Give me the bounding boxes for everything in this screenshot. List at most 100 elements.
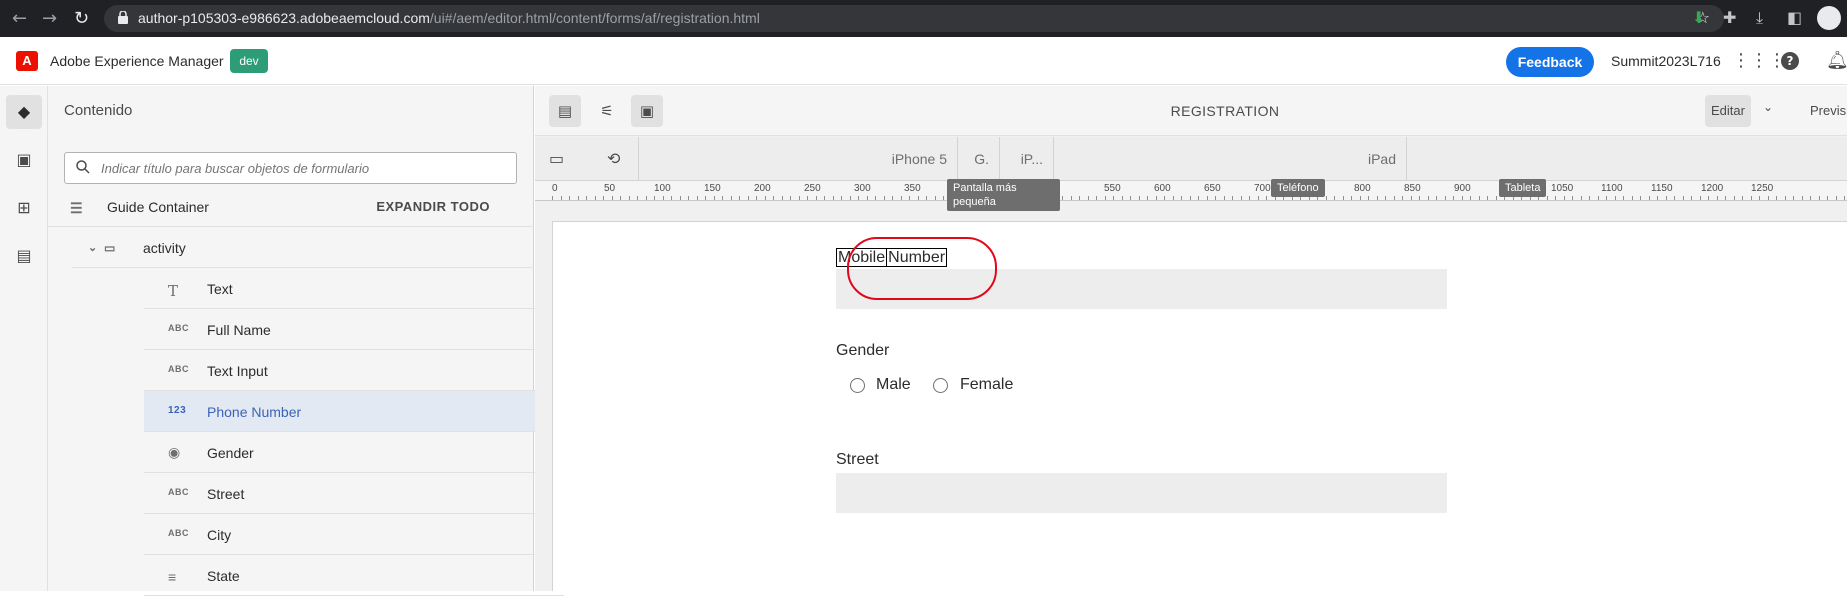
- edit-mode-button[interactable]: Editar: [1705, 95, 1751, 127]
- url-text: author-p105303-e986623.adobeaemcloud.com…: [138, 10, 760, 26]
- ruler-minor-tick: [1546, 196, 1548, 200]
- annotation-highlight: [847, 237, 997, 300]
- ruler-minor-tick: [577, 196, 579, 200]
- ruler-minor-tick: [1113, 196, 1114, 200]
- ruler-minor-tick: [934, 196, 936, 200]
- search-input[interactable]: [101, 158, 501, 178]
- tree-panel-activity[interactable]: ⌄ ▭ activity: [72, 227, 534, 268]
- ruler-minor-tick: [1631, 196, 1633, 200]
- preview-button[interactable]: Previsualizar: [1810, 103, 1847, 118]
- ruler-minor-tick: [1130, 196, 1131, 200]
- side-panel-icon[interactable]: ◧: [1787, 8, 1802, 27]
- ruler-minor-tick: [1359, 196, 1361, 200]
- tree-item-selected[interactable]: 123 Phone Number: [144, 391, 564, 432]
- radio-female-label[interactable]: Female: [960, 376, 1013, 394]
- tree-item-label: Text: [207, 281, 233, 297]
- textbox-icon: ABC: [168, 323, 189, 333]
- components-icon[interactable]: ⊞: [12, 198, 36, 222]
- ruler-minor-tick: [883, 196, 885, 200]
- device-iphone5[interactable]: iPhone 5: [639, 137, 958, 181]
- feedback-button[interactable]: Feedback: [1506, 47, 1594, 77]
- breakpoint-smallest-screen[interactable]: Pantalla más pequeña: [947, 179, 1060, 211]
- radio-female[interactable]: [933, 378, 948, 393]
- help-icon[interactable]: ?: [1781, 52, 1799, 70]
- notifications-bell-icon[interactable]: 🔔︎: [1826, 50, 1847, 71]
- incognito-icon[interactable]: [1817, 6, 1841, 30]
- ruler-minor-tick: [688, 196, 689, 200]
- ruler-minor-tick: [1223, 196, 1225, 200]
- downloads-icon[interactable]: ⤓: [1756, 8, 1763, 28]
- radio-male[interactable]: [850, 378, 865, 393]
- tree-item-label: Phone Number: [207, 404, 302, 420]
- street-input[interactable]: [836, 473, 1447, 513]
- ruler-minor-tick: [1385, 196, 1386, 200]
- data-sources-icon[interactable]: ▤: [12, 246, 36, 270]
- extensions-icon[interactable]: ✚: [1723, 8, 1736, 27]
- address-bar[interactable]: author-p105303-e986623.adobeaemcloud.com…: [104, 5, 1724, 32]
- ruler-minor-tick: [1665, 196, 1667, 200]
- ruler-minor-tick: [603, 196, 604, 200]
- ruler-minor-tick: [1487, 196, 1488, 200]
- forward-icon[interactable]: →: [42, 8, 57, 29]
- container-icon: ☰: [70, 200, 84, 216]
- ruler-minor-tick: [892, 196, 893, 200]
- app-title[interactable]: Adobe Experience Manager: [50, 53, 224, 69]
- ruler-minor-tick: [1215, 196, 1216, 200]
- ruler-minor-tick: [1640, 196, 1641, 200]
- ruler-minor-tick: [1555, 196, 1556, 200]
- download-arrow-icon[interactable]: ⬇: [1692, 8, 1705, 27]
- ruler-minor-tick: [552, 196, 553, 200]
- ruler-minor-tick: [1172, 196, 1174, 200]
- radio-male-label[interactable]: Male: [876, 376, 911, 394]
- tree-panel-label: activity: [143, 240, 186, 256]
- ruler-minor-tick: [909, 196, 910, 200]
- content-panel: Contenido ☰ Guide Container EXPANDIR TOD…: [48, 86, 564, 596]
- breakpoint-tablet[interactable]: Tableta: [1499, 179, 1547, 197]
- tree-item[interactable]: ◉ Gender: [144, 432, 564, 473]
- panel-title: Contenido: [64, 102, 133, 119]
- ruler-minor-tick: [696, 196, 698, 200]
- tree-item[interactable]: ABC Full Name: [144, 309, 564, 350]
- back-icon[interactable]: ←: [12, 8, 27, 29]
- device-ipad[interactable]: iPad: [1054, 137, 1407, 181]
- search-field[interactable]: [64, 152, 517, 184]
- ruler-minor-tick: [943, 196, 944, 200]
- tree-root-guide-container[interactable]: ☰ Guide Container EXPANDIR TODO: [48, 186, 534, 227]
- ruler-minor-tick: [1589, 196, 1590, 200]
- user-name[interactable]: Summit2023L716: [1611, 53, 1721, 69]
- device-iphone[interactable]: iP...: [1000, 137, 1054, 181]
- expand-all-button[interactable]: EXPANDIR TODO: [376, 199, 490, 214]
- ruler-minor-tick: [1674, 196, 1675, 200]
- dropdown-icon: ≡: [168, 569, 177, 585]
- chevron-down-icon[interactable]: ⌄: [88, 241, 98, 254]
- chevron-down-icon[interactable]: ⌄: [1763, 100, 1773, 114]
- ruler-minor-tick: [1155, 196, 1157, 200]
- left-rail: ◆ ▣ ⊞ ▤: [0, 86, 48, 591]
- tree-item[interactable]: T Text: [144, 268, 564, 309]
- ruler-minor-tick: [815, 196, 817, 200]
- ruler-minor-tick: [645, 196, 647, 200]
- device-emulator-bar: ▭ ⟲ iPhone 5 G. iP... iPad: [535, 137, 1847, 181]
- adobe-logo-icon[interactable]: A: [16, 51, 38, 71]
- breakpoint-phone[interactable]: Teléfono: [1271, 179, 1325, 197]
- ruler-minor-tick: [790, 196, 791, 200]
- apps-grid-icon[interactable]: ⋮⋮⋮: [1732, 50, 1786, 71]
- tree-item[interactable]: ABC Street: [144, 473, 564, 514]
- ruler-minor-tick: [1580, 196, 1582, 200]
- ruler-minor-tick: [1232, 196, 1233, 200]
- ruler-minor-tick: [1206, 196, 1208, 200]
- ruler-minor-tick: [900, 196, 902, 200]
- assets-icon[interactable]: ▣: [12, 150, 36, 174]
- ruler-minor-tick: [1240, 196, 1242, 200]
- tree-item[interactable]: ABC Text Input: [144, 350, 564, 391]
- reload-icon[interactable]: ↻: [74, 8, 89, 29]
- tree-item[interactable]: ABC City: [144, 514, 564, 555]
- ruler-minor-tick: [1402, 196, 1403, 200]
- ruler-minor-tick: [866, 196, 868, 200]
- content-tree-icon[interactable]: ◆: [6, 95, 42, 129]
- ruler-minor-tick: [1436, 196, 1437, 200]
- ruler-minor-tick: [917, 196, 919, 200]
- device-galaxy[interactable]: G.: [958, 137, 1000, 181]
- tree-item[interactable]: ≡ State: [144, 555, 564, 596]
- ruler-minor-tick: [1393, 196, 1395, 200]
